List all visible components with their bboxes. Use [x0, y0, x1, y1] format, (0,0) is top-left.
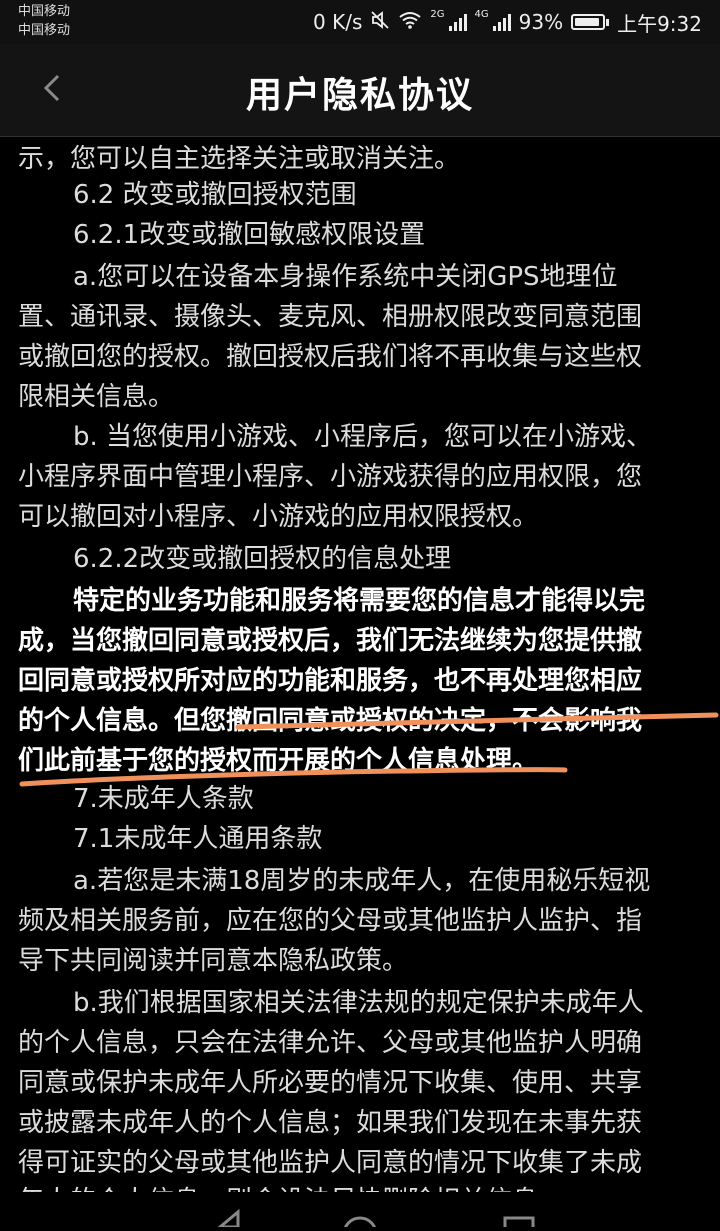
home-circle-icon: [342, 1216, 378, 1231]
clock: 上午9:32: [617, 11, 702, 36]
sim1-network-type: 2G: [430, 8, 445, 20]
page-title: 用户隐私协议: [245, 75, 474, 116]
wifi-icon: [398, 10, 422, 34]
system-nav-bar: [0, 1192, 720, 1231]
mute-icon: [370, 10, 390, 35]
carrier-2: 中国移动: [18, 23, 71, 38]
sim2-network-type: 4G: [474, 8, 489, 20]
status-indicators: 0 K/s 2G 4G 93% 上午9:32: [313, 8, 702, 36]
battery-percent: 93%: [518, 10, 564, 34]
underline-stroke-1: [235, 712, 719, 730]
carrier-labels: 中国移动 中国移动: [18, 2, 70, 40]
title-bar: 用户隐私协议: [0, 44, 720, 137]
back-triangle-icon: [215, 1208, 240, 1229]
battery-icon: [571, 14, 610, 30]
network-speed: 0 K/s: [313, 10, 363, 34]
signal-icon-2: [492, 13, 511, 31]
recents-square-icon: [503, 1216, 535, 1231]
handwritten-underline: [19, 712, 719, 787]
underline-stroke-2: [19, 767, 568, 787]
status-bar: 中国移动 中国移动 0 K/s 2G 4G 93% 上午9:32: [0, 0, 720, 44]
signal-icon: [448, 13, 467, 31]
carrier-1: 中国移动: [18, 4, 71, 19]
agreement-content[interactable]: 示，您可以自主选择关注或取消关注。 6.2 改变或撤回授权范围 6.2.1改变或撤回…: [0, 137, 720, 1192]
